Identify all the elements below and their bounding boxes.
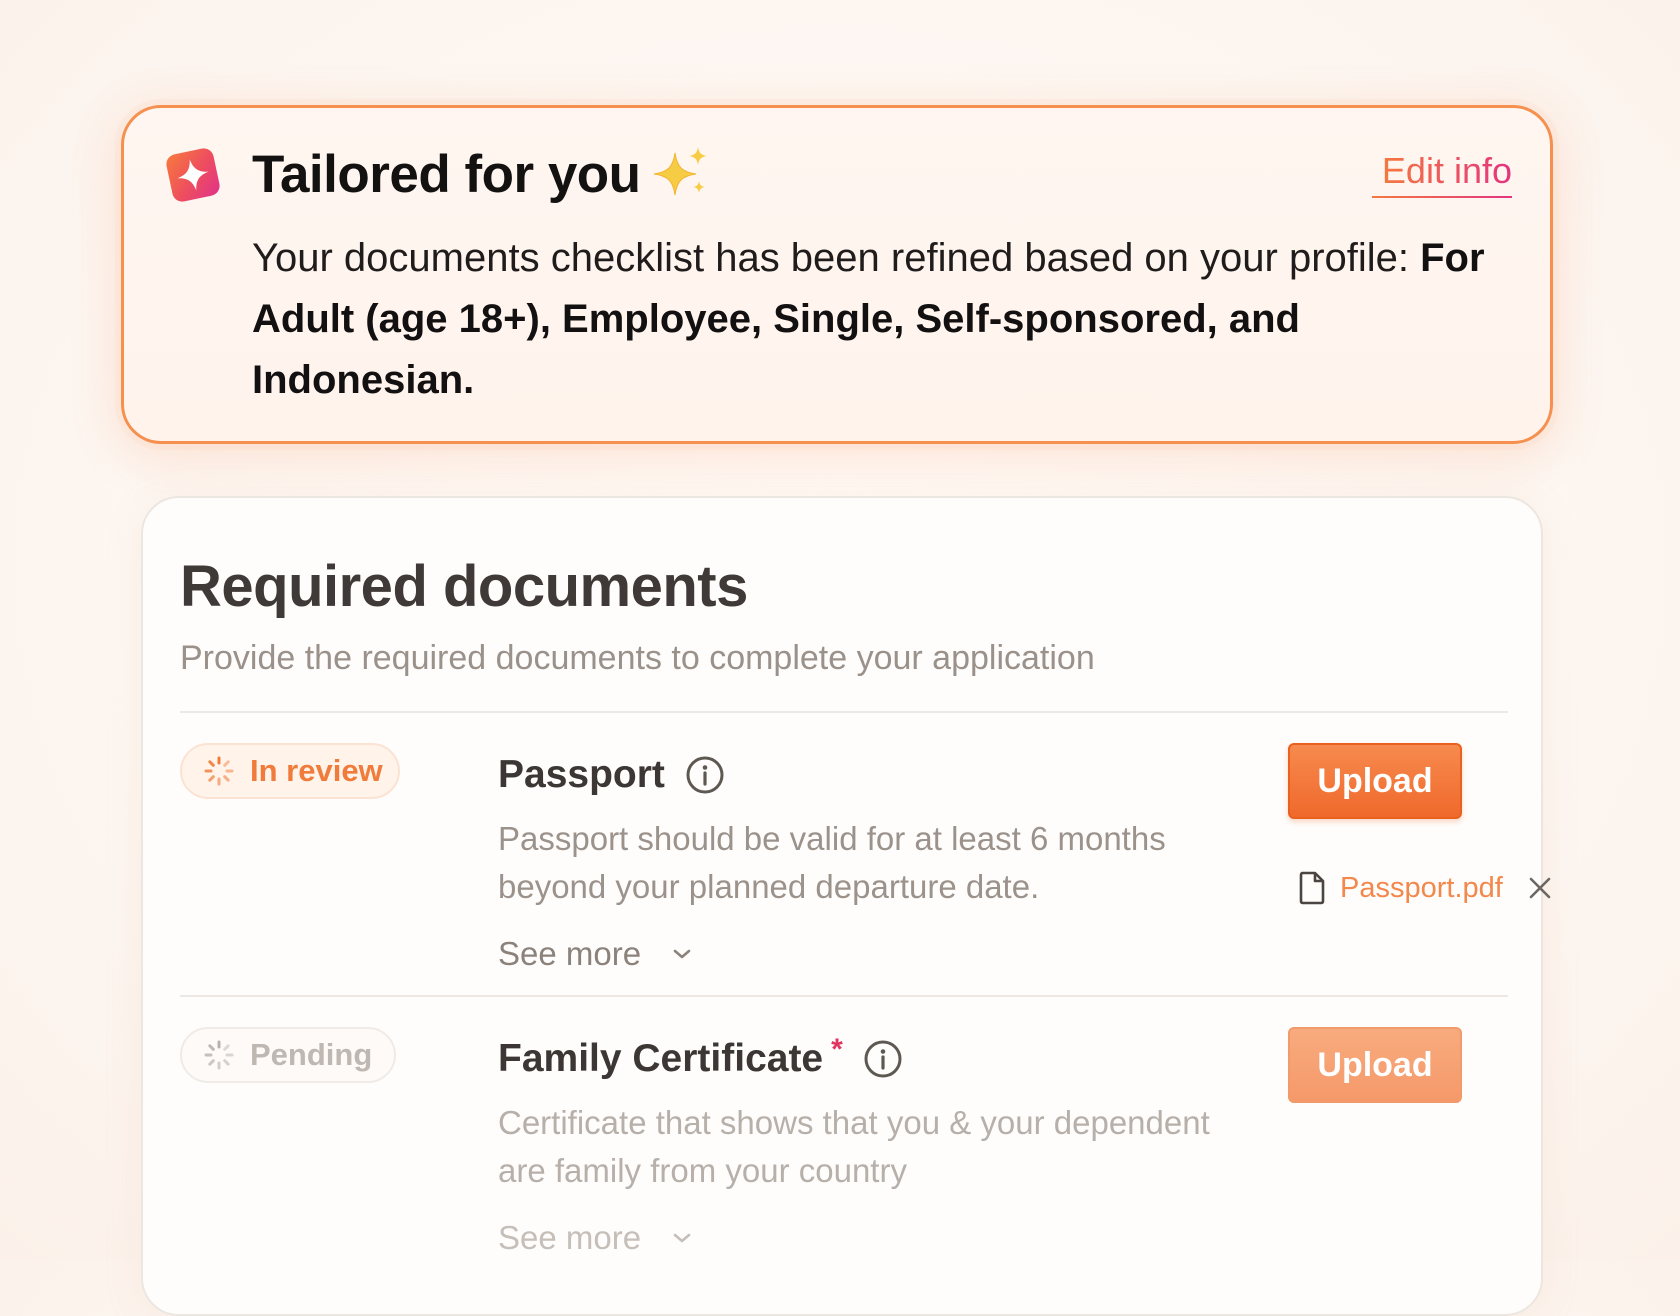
document-description: Passport should be valid for at least 6 … xyxy=(498,820,1166,905)
spinner-icon xyxy=(204,756,234,786)
see-more-label: See more xyxy=(498,1219,642,1256)
banner-title-text: Tailored for you xyxy=(252,145,641,204)
document-row-passport: In review Passport Passport should be va… xyxy=(180,743,1551,993)
document-title-text: Passport xyxy=(498,753,665,796)
close-icon[interactable] xyxy=(1527,875,1553,901)
banner-description-prefix: Your documents checklist has been refine… xyxy=(252,236,1421,280)
see-more-toggle[interactable]: See more xyxy=(498,935,693,973)
upload-button[interactable]: Upload xyxy=(1288,1027,1462,1103)
sparkles-icon xyxy=(653,147,707,196)
required-indicator: * xyxy=(831,1033,843,1066)
status-badge-pending: Pending xyxy=(180,1027,396,1083)
banner-description: Your documents checklist has been refine… xyxy=(252,228,1522,411)
document-title-text: Family Certificate xyxy=(498,1037,824,1080)
status-label: In review xyxy=(250,753,383,788)
chevron-down-icon xyxy=(673,949,691,959)
document-title: Passport xyxy=(498,753,725,797)
edit-info-link[interactable]: Edit info xyxy=(1382,150,1512,192)
card-subtitle: Provide the required documents to comple… xyxy=(180,639,1095,677)
attached-file: Passport.pdf xyxy=(1298,871,1553,905)
sparkle-logo-icon xyxy=(166,148,220,202)
file-icon xyxy=(1299,871,1325,905)
spinner-icon xyxy=(204,1040,234,1070)
status-badge-in-review: In review xyxy=(180,743,400,799)
divider xyxy=(180,711,1508,713)
document-title: Family Certificate * xyxy=(498,1033,903,1081)
see-more-toggle[interactable]: See more xyxy=(498,1219,693,1257)
chevron-down-icon xyxy=(673,1233,691,1243)
status-label: Pending xyxy=(250,1037,373,1072)
upload-button[interactable]: Upload xyxy=(1288,743,1462,819)
see-more-label: See more xyxy=(498,935,642,972)
document-description: Certificate that shows that you & your d… xyxy=(498,1104,1210,1189)
info-icon[interactable] xyxy=(863,1039,903,1079)
document-row-family-certificate: Pending Family Certificate * Certificate… xyxy=(180,1027,1508,1287)
divider xyxy=(180,995,1508,997)
card-title: Required documents xyxy=(180,554,748,619)
tailored-banner: Tailored for you Edit info Your document… xyxy=(121,105,1553,444)
info-icon[interactable] xyxy=(685,755,725,795)
required-documents-card: Required documents Provide the required … xyxy=(141,496,1551,1316)
banner-title: Tailored for you xyxy=(252,143,711,207)
attached-file-name[interactable]: Passport.pdf xyxy=(1340,872,1503,905)
edit-info-underline xyxy=(1372,196,1512,198)
